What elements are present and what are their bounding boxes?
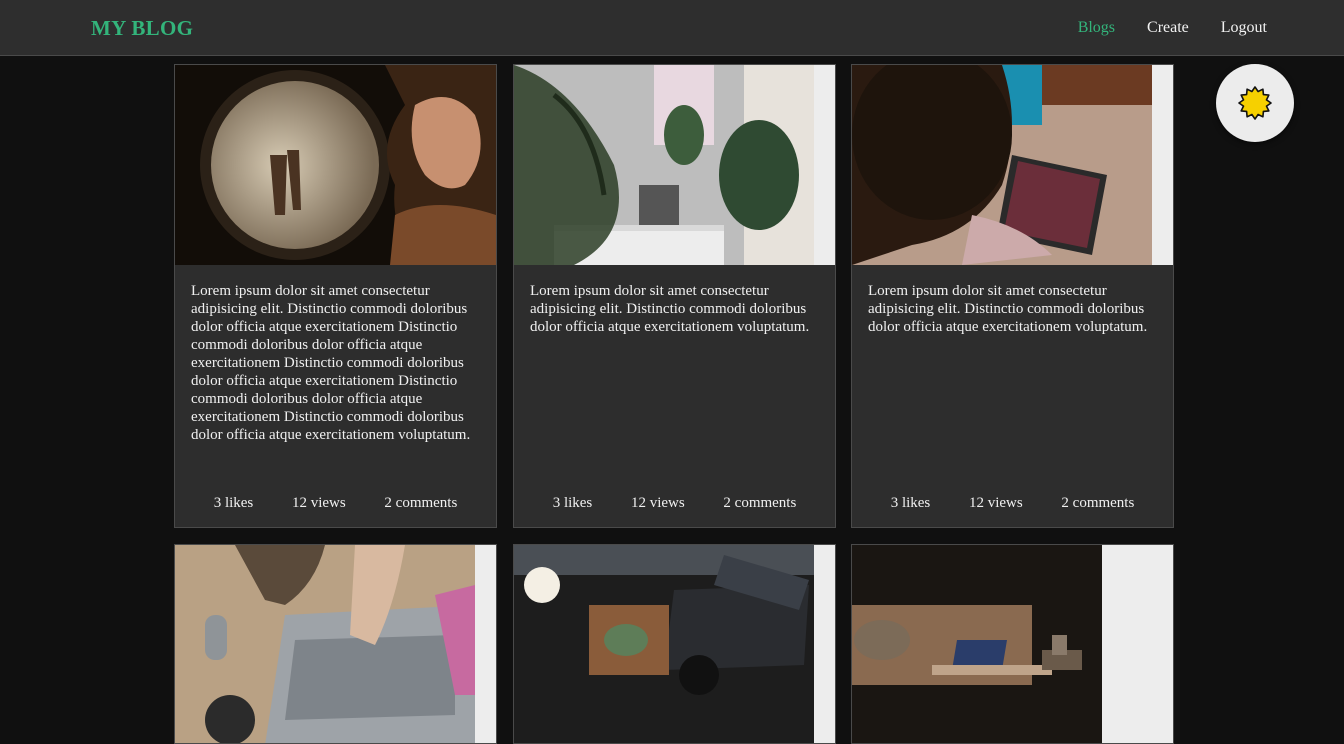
nav-link-blogs[interactable]: Blogs (1078, 19, 1115, 37)
blog-card[interactable]: Lorem ipsum dolor sit amet consectetur a… (851, 64, 1174, 528)
views-count: 12 views (630, 495, 685, 511)
post-excerpt: Lorem ipsum dolor sit amet consectetur a… (530, 283, 810, 335)
blog-card[interactable]: Lorem ipsum dolor sit amet consectetur a… (513, 64, 836, 528)
navbar: MY BLOG Blogs Create Logout (0, 0, 1344, 56)
comments-count[interactable]: 2 comments (1061, 495, 1134, 512)
post-excerpt: Lorem ipsum dolor sit amet consectetur a… (868, 283, 1148, 335)
nav-link-logout[interactable]: Logout (1221, 19, 1267, 37)
sun-icon (1238, 86, 1272, 120)
nav-links: Blogs Create Logout (1078, 19, 1267, 37)
post-photo-laptop-typing (175, 545, 475, 743)
blog-card[interactable] (513, 544, 836, 744)
post-photo-window-woman (175, 65, 496, 265)
card-image (852, 65, 1173, 265)
theme-toggle-button[interactable] (1216, 64, 1294, 142)
post-photo-plants-shelf (514, 65, 814, 265)
post-stats: 3 likes 12 views 2 comments (514, 495, 835, 512)
post-stats: 3 likes 12 views 2 comments (175, 495, 496, 512)
post-excerpt: Lorem ipsum dolor sit amet consectetur a… (191, 283, 471, 443)
card-image (175, 545, 496, 743)
likes-count[interactable]: 3 likes (214, 495, 254, 512)
likes-count[interactable]: 3 likes (891, 495, 931, 512)
blog-card[interactable]: Lorem ipsum dolor sit amet consectetur a… (174, 64, 497, 528)
blog-card[interactable] (174, 544, 497, 744)
post-photo-living-room (852, 545, 1102, 743)
brand-logo[interactable]: MY BLOG (91, 16, 193, 41)
post-photo-desk-laptop (514, 545, 814, 743)
card-image (852, 545, 1173, 743)
likes-count[interactable]: 3 likes (553, 495, 593, 512)
views-count: 12 views (291, 495, 346, 511)
post-photo-tablet-user (852, 65, 1152, 265)
comments-count[interactable]: 2 comments (723, 495, 796, 512)
comments-count[interactable]: 2 comments (384, 495, 457, 512)
card-image (514, 65, 835, 265)
blog-card[interactable] (851, 544, 1174, 744)
post-stats: 3 likes 12 views 2 comments (852, 495, 1173, 512)
nav-link-create[interactable]: Create (1147, 19, 1189, 37)
card-image (514, 545, 835, 743)
views-count: 12 views (968, 495, 1023, 511)
card-image (175, 65, 496, 265)
